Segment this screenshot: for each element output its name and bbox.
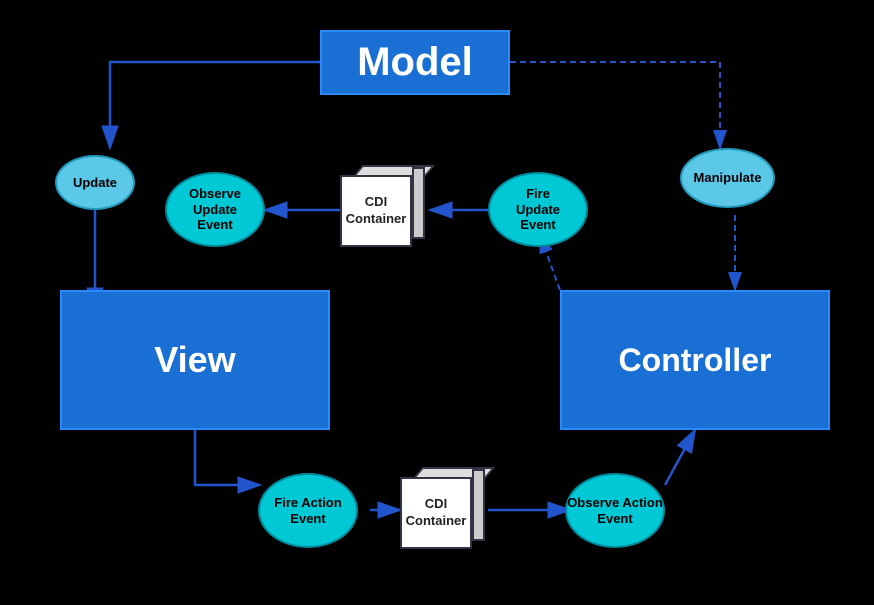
observe-update-event-ellipse: ObserveUpdateEvent <box>165 172 265 247</box>
cdi-top-label: CDIContainer <box>340 175 412 247</box>
model-label: Model <box>357 40 473 85</box>
fire-action-event-ellipse: Fire Action Event <box>258 473 358 548</box>
controller-label: Controller <box>619 342 772 379</box>
view-label: View <box>154 339 235 381</box>
fire-update-event-ellipse: FireUpdateEvent <box>488 172 588 247</box>
observe-action-event-ellipse: Observe Action Event <box>565 473 665 548</box>
view-box: View <box>60 290 330 430</box>
model-box: Model <box>320 30 510 95</box>
update-ellipse: Update <box>55 155 135 210</box>
cdi-bottom-label: CDIContainer <box>400 477 472 549</box>
controller-box: Controller <box>560 290 830 430</box>
manipulate-ellipse: Manipulate <box>680 148 775 208</box>
cdi-container-top: CDIContainer <box>340 165 425 255</box>
cdi-container-bottom: CDIContainer <box>400 467 485 557</box>
diagram-container: Model View Controller CDIContainer CDICo… <box>0 0 874 605</box>
